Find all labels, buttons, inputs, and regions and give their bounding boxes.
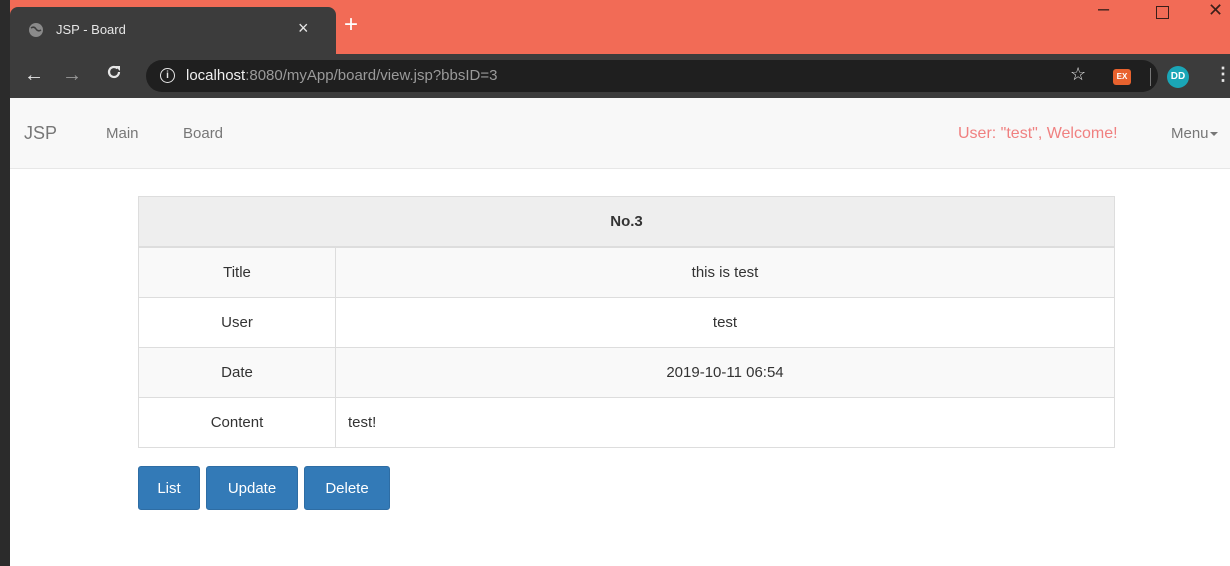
row-label: Date	[138, 347, 336, 398]
table-row: User test	[138, 297, 1115, 348]
reload-icon[interactable]	[105, 63, 123, 86]
url-host: localhost	[186, 67, 246, 84]
url-path: :8080/myApp/board/view.jsp?bbsID=3	[245, 67, 498, 84]
minimize-icon[interactable]: –	[1098, 0, 1109, 21]
table-row: Title this is test	[138, 246, 1115, 298]
close-icon[interactable]: ×	[298, 18, 309, 38]
back-arrow-icon[interactable]: ←	[24, 64, 44, 86]
site-navbar: JSP Main Board User: "test", Welcome! Me…	[10, 98, 1230, 169]
browser-tab[interactable]: JSP - Board ×	[10, 7, 336, 54]
menu-label: Menu	[1171, 125, 1209, 142]
post-date: 2019-10-11 06:54	[335, 347, 1115, 398]
extension-icon[interactable]: EX	[1113, 69, 1131, 85]
row-label: Content	[138, 397, 336, 448]
browser-toolbar: ← → i localhost:8080/myApp/board/view.js…	[10, 54, 1230, 98]
brand-link[interactable]: JSP	[24, 123, 57, 144]
address-bar[interactable]: i localhost:8080/myApp/board/view.jsp?bb…	[146, 60, 1158, 92]
star-icon[interactable]: ☆	[1070, 64, 1086, 84]
post-title: this is test	[335, 246, 1115, 298]
post-user: test	[335, 297, 1115, 348]
row-label: User	[138, 297, 336, 348]
forward-arrow-icon[interactable]: →	[62, 64, 82, 86]
toolbar-divider	[1150, 68, 1151, 86]
browser-window: JSP - Board × + – ✕ ← → i localhost:8080…	[10, 0, 1230, 566]
menu-dropdown[interactable]: Menu	[1171, 125, 1218, 142]
url-text[interactable]: localhost:8080/myApp/board/view.jsp?bbsI…	[186, 67, 497, 84]
post-content: test!	[335, 397, 1115, 448]
nav-link-main[interactable]: Main	[106, 125, 139, 142]
delete-button[interactable]: Delete	[304, 466, 390, 510]
nav-link-board[interactable]: Board	[183, 125, 223, 142]
welcome-message: User: "test", Welcome!	[958, 125, 1118, 142]
tab-title: JSP - Board	[56, 22, 126, 37]
title-bar: JSP - Board × + – ✕	[10, 0, 1230, 54]
avatar[interactable]: DD	[1167, 66, 1189, 88]
table-row: Date 2019-10-11 06:54	[138, 347, 1115, 398]
table-row: Content test!	[138, 397, 1115, 448]
row-label: Title	[138, 246, 336, 298]
post-number-header: No.3	[138, 196, 1115, 248]
globe-icon	[29, 23, 43, 37]
window-close-icon[interactable]: ✕	[1208, 0, 1223, 21]
post-table: No.3 Title this is test User test Date 2…	[138, 196, 1115, 448]
maximize-icon[interactable]	[1156, 6, 1169, 19]
update-button[interactable]: Update	[206, 466, 298, 510]
caret-down-icon	[1209, 132, 1218, 137]
info-icon[interactable]: i	[160, 68, 175, 83]
menu-dots-icon[interactable]: ⋮	[1214, 64, 1230, 84]
list-button[interactable]: List	[138, 466, 200, 510]
plus-icon[interactable]: +	[344, 12, 358, 38]
